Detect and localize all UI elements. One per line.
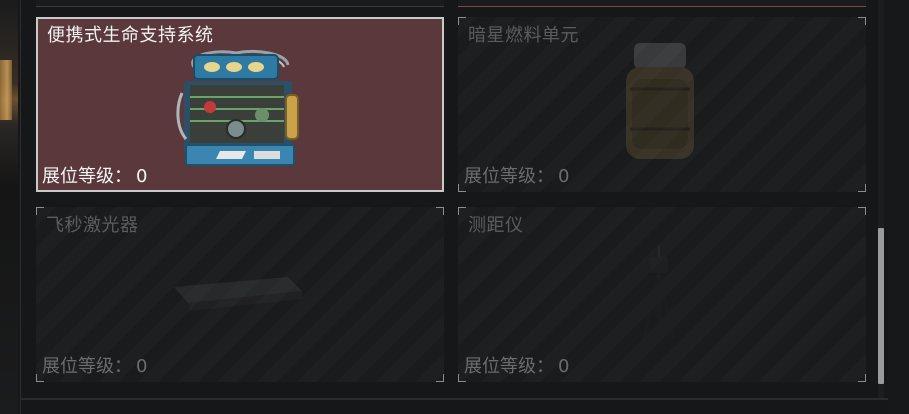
- exhibit-level: 展位等级： 0: [464, 352, 569, 378]
- exhibit-card-rangefinder[interactable]: 测距仪 展位等级： 0: [458, 207, 866, 382]
- exhibit-level-value: 0: [136, 166, 148, 187]
- exhibit-card-femtosecond-laser[interactable]: 飞秒激光器 展位等级： 0: [36, 207, 444, 382]
- exhibit-level-value: 0: [558, 356, 570, 377]
- exhibit-card-life-support[interactable]: 便携式生命支持系统 展位等级： 0: [36, 17, 444, 192]
- exhibit-level-label: 展位等级：: [42, 166, 132, 187]
- exhibit-level-value: 0: [136, 356, 148, 377]
- exhibit-level-value: 0: [558, 166, 570, 187]
- rangefinder-tripod-icon: [638, 241, 682, 345]
- previous-row-card-edge-right: [458, 0, 866, 7]
- corner-marker: [36, 207, 44, 215]
- exhibit-level: 展位等级： 0: [42, 162, 147, 188]
- corner-marker: [858, 17, 866, 25]
- item-name: 便携式生命支持系统: [47, 25, 214, 46]
- exhibit-level-label: 展位等级：: [42, 356, 132, 377]
- fuel-canister-icon: [620, 39, 700, 171]
- laser-device-icon: [168, 269, 308, 317]
- exhibit-level: 展位等级： 0: [42, 352, 147, 378]
- corner-marker: [858, 184, 866, 192]
- panel-bottom-divider: [20, 398, 888, 400]
- exhibit-card-fuel-cell[interactable]: 暗星燃料单元 展位等级： 0: [458, 17, 866, 192]
- exhibit-level-label: 展位等级：: [464, 166, 554, 187]
- corner-marker: [458, 207, 466, 215]
- corner-marker: [436, 374, 444, 382]
- exhibit-level-label: 展位等级：: [464, 356, 554, 377]
- background-frame: [0, 60, 12, 120]
- exhibit-level: 展位等级： 0: [464, 162, 569, 188]
- background-scene: [0, 0, 18, 414]
- corner-marker: [858, 374, 866, 382]
- previous-row-card-edge: [36, 0, 444, 7]
- item-name: 暗星燃料单元: [468, 25, 579, 46]
- item-name: 飞秒激光器: [46, 215, 139, 236]
- corner-marker: [436, 207, 444, 215]
- scrollbar-thumb[interactable]: [878, 228, 884, 384]
- corner-marker: [458, 17, 466, 25]
- collection-screen: 便携式生命支持系统 展位等级： 0 暗星燃料单元 展位等级： 0 飞秒激光器 展…: [0, 0, 909, 414]
- corner-marker: [858, 207, 866, 215]
- item-name: 测距仪: [468, 215, 524, 236]
- life-support-system-icon: [176, 47, 304, 175]
